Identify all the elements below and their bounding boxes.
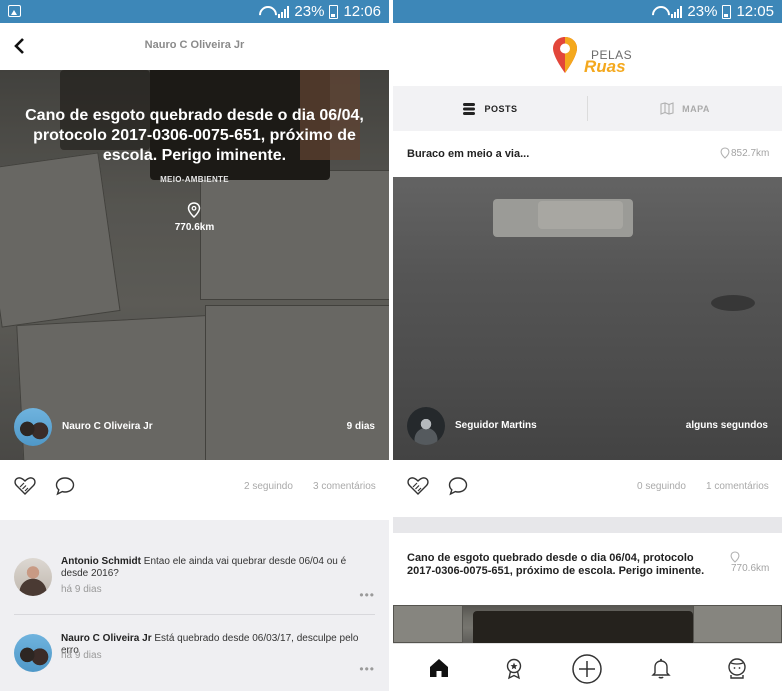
list-icon (463, 102, 476, 115)
post-actions: 2 seguindo 3 comentários (0, 460, 389, 515)
feed-tabs: POSTS MAPA (393, 86, 782, 131)
following-count[interactable]: 0 seguindo (637, 481, 686, 492)
post-category: MEIO-AMBIENTE (160, 175, 229, 184)
author-avatar[interactable] (14, 408, 52, 446)
bell-icon[interactable] (649, 656, 673, 680)
comments-count[interactable]: 1 comentários (706, 481, 769, 492)
tab-map-label: MAPA (682, 103, 710, 114)
location-pin-icon (720, 147, 730, 159)
wifi-icon (259, 6, 273, 18)
handshake-icon[interactable] (407, 476, 429, 496)
post-author[interactable]: Nauro C Oliveira Jr (62, 421, 153, 432)
following-count[interactable]: 2 seguindo (244, 481, 293, 492)
battery-icon (329, 4, 339, 19)
feed-post-image[interactable]: Seguidor Martins alguns segundos (393, 177, 782, 460)
comment-time: há 9 dias (61, 650, 102, 661)
signal-icon (278, 5, 290, 18)
post-distance: 770.6km (174, 222, 215, 233)
post-image[interactable]: Cano de esgoto quebrado desde o dia 06/0… (0, 70, 389, 460)
badge-icon[interactable] (502, 656, 526, 680)
tab-posts-label: POSTS (484, 103, 518, 114)
commenter-avatar[interactable] (14, 558, 52, 596)
feed-post-author[interactable]: Seguidor Martins (455, 420, 537, 431)
comments-count[interactable]: 3 comentários (313, 481, 376, 492)
comment-author[interactable]: Antonio Schmidt (61, 556, 141, 567)
image-notification-icon (8, 5, 21, 17)
clock: 12:06 (343, 3, 381, 20)
tab-posts[interactable]: POSTS (393, 86, 587, 131)
profile-icon[interactable] (725, 656, 749, 680)
comment-time: há 9 dias (61, 584, 102, 595)
header-title: Nauro C Oliveira Jr (144, 39, 245, 51)
status-bar: 23% 12:05 (393, 0, 782, 23)
clock: 12:05 (736, 3, 774, 20)
post-age: 9 dias (346, 421, 375, 432)
feed-post-distance: 852.7km (731, 148, 770, 159)
feed-post-title[interactable]: Buraco em meio a via... (407, 148, 529, 160)
location-pin-icon (730, 551, 740, 563)
feed-post-image[interactable] (393, 605, 782, 643)
status-bar: 23% 12:06 (0, 0, 389, 23)
bottom-navigation (393, 643, 782, 691)
comment-more-button[interactable]: ••• (359, 588, 375, 602)
comment-item: Nauro C Oliveira Jr Está quebrado desde … (0, 615, 389, 691)
tab-map[interactable]: MAPA (588, 86, 782, 131)
feed-post-actions: 0 seguindo 1 comentários (393, 460, 782, 515)
author-avatar[interactable] (407, 407, 445, 445)
map-icon (660, 102, 674, 115)
app-logo-bar: PELAS Ruas (393, 23, 782, 86)
detail-header: Nauro C Oliveira Jr (0, 23, 389, 70)
feed-screen: 23% 12:05 PELAS Ruas POSTS MAPA Buraco e… (393, 0, 782, 691)
post-title: Cano de esgoto quebrado desde o dia 06/0… (25, 107, 364, 164)
comment-item: Antonio Schmidt Entao ele ainda vai queb… (0, 520, 389, 615)
signal-icon (671, 5, 683, 18)
comments-list: Antonio Schmidt Entao ele ainda vai queb… (0, 520, 389, 691)
handshake-icon[interactable] (14, 476, 36, 496)
comment-author[interactable]: Nauro C Oliveira Jr (61, 633, 152, 644)
feed-post-title[interactable]: Cano de esgoto quebrado desde o dia 06/0… (407, 552, 707, 578)
battery-icon (722, 4, 732, 19)
comment-icon[interactable] (54, 476, 76, 496)
battery-percent: 23% (687, 3, 718, 20)
comment-more-button[interactable]: ••• (359, 662, 375, 676)
battery-percent: 23% (294, 3, 325, 20)
feed-post-age: alguns segundos (685, 420, 768, 431)
commenter-avatar[interactable] (14, 634, 52, 672)
home-icon[interactable] (427, 656, 451, 680)
logo-text-bottom: Ruas (584, 57, 626, 76)
add-circle-icon[interactable] (571, 653, 603, 685)
feed-post-distance: 770.6km (731, 563, 770, 574)
comment-icon[interactable] (447, 476, 469, 496)
logo-pin-icon (553, 37, 577, 73)
wifi-icon (652, 6, 666, 18)
feed-separator (393, 517, 782, 533)
post-detail-screen: 23% 12:06 Nauro C Oliveira Jr Cano de es… (0, 0, 389, 691)
location-pin-icon (187, 202, 201, 218)
